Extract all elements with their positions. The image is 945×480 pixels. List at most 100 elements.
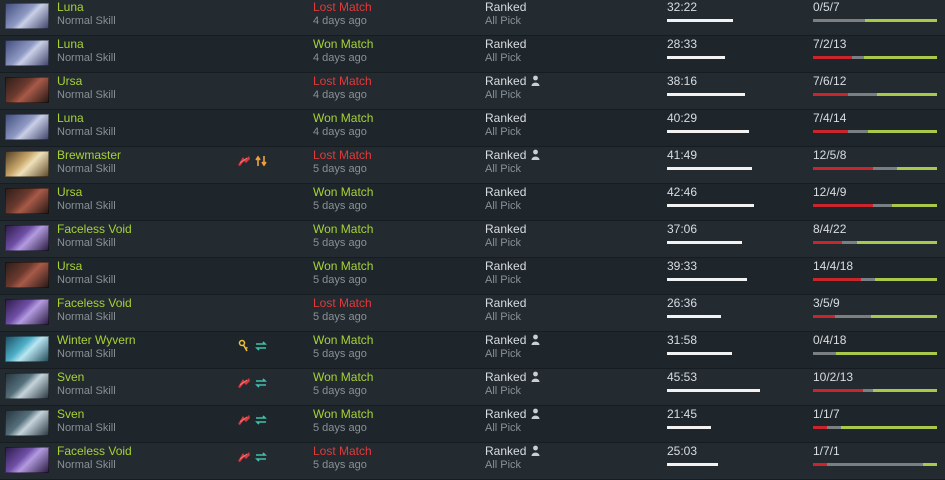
match-result[interactable]: Won Match [313, 37, 373, 51]
hero-name[interactable]: Sven [57, 407, 84, 421]
hero-name[interactable]: Winter Wyvern [57, 333, 136, 347]
match-row[interactable]: Faceless Void Normal Skill Lost Match 5 day… [0, 295, 945, 332]
luna-portrait[interactable] [5, 114, 49, 140]
deaths-segment [834, 315, 872, 318]
lobby-type-label: Ranked [485, 185, 527, 199]
match-row[interactable]: Luna Normal Skill Won Match 4 days ago Ranke… [0, 110, 945, 147]
ursa-portrait[interactable] [5, 188, 49, 214]
match-row[interactable]: Ursa Normal Skill Lost Match 4 days ago Rank… [0, 73, 945, 110]
brewmaster-portrait[interactable] [5, 151, 49, 177]
match-time-ago: 5 days ago [313, 422, 367, 434]
deaths-segment [847, 130, 868, 133]
hero-name[interactable]: Faceless Void [57, 222, 132, 236]
match-time-ago: 5 days ago [313, 385, 367, 397]
match-result[interactable]: Lost Match [313, 444, 372, 458]
match-time-ago: 5 days ago [313, 200, 367, 212]
faceless-void-portrait[interactable] [5, 299, 49, 325]
assists-segment [840, 426, 937, 429]
match-row[interactable]: Luna Normal Skill Won Match 4 days ago Ranke… [0, 36, 945, 73]
ursa-portrait[interactable] [5, 77, 49, 103]
luna-portrait[interactable] [5, 3, 49, 29]
match-row[interactable]: Sven Normal Skill Won Match 5 days ago Ranke… [0, 369, 945, 406]
match-result[interactable]: Won Match [313, 222, 373, 236]
match-result[interactable]: Won Match [313, 111, 373, 125]
winter-wyvern-portrait[interactable] [5, 336, 49, 362]
wings-icon [237, 450, 251, 464]
sven-portrait[interactable] [5, 373, 49, 399]
kills-segment [813, 130, 848, 133]
match-row[interactable]: Ursa Normal Skill Won Match 5 days ago Ranke… [0, 258, 945, 295]
match-result[interactable]: Lost Match [313, 296, 372, 310]
party-icon [531, 445, 540, 456]
kda-bar [813, 93, 937, 96]
key-icon [237, 339, 251, 353]
hero-name[interactable]: Luna [57, 111, 84, 125]
match-result[interactable]: Lost Match [313, 148, 372, 162]
match-row[interactable]: Faceless Void Normal Skill Won Match 5 days… [0, 221, 945, 258]
match-result[interactable]: Won Match [313, 407, 373, 421]
hero-name[interactable]: Luna [57, 0, 84, 14]
luna-portrait[interactable] [5, 40, 49, 66]
assists-segment [871, 315, 937, 318]
duration-bar [667, 426, 711, 429]
lobby-type-label: Ranked [485, 37, 527, 51]
match-row[interactable]: Faceless Void Normal Skill Lost Match 5 day… [0, 443, 945, 480]
hero-name[interactable]: Ursa [57, 74, 82, 88]
kills-segment [813, 426, 827, 429]
kda-bar [813, 463, 937, 466]
match-time-ago: 4 days ago [313, 89, 367, 101]
assists-segment [877, 93, 937, 96]
hero-name[interactable]: Ursa [57, 259, 82, 273]
kills-segment [813, 463, 827, 466]
kills-segment [813, 315, 835, 318]
kda-text: 3/5/9 [813, 296, 840, 310]
lobby-type-label: Ranked [485, 111, 527, 125]
faceless-void-portrait[interactable] [5, 447, 49, 473]
match-duration: 38:16 [667, 74, 698, 88]
skill-bracket: Normal Skill [57, 237, 116, 249]
match-duration: 26:36 [667, 296, 698, 310]
lobby-type-label: Ranked [485, 370, 527, 384]
match-row[interactable]: Brewmaster Normal Skill Lost Match 5 days a… [0, 147, 945, 184]
rotate-arrows-icon [254, 339, 268, 353]
game-mode: All Pick [485, 311, 522, 323]
hero-name[interactable]: Luna [57, 37, 84, 51]
duration-bar [667, 241, 742, 244]
match-result[interactable]: Lost Match [313, 74, 372, 88]
match-result[interactable]: Won Match [313, 259, 373, 273]
match-result[interactable]: Won Match [313, 185, 373, 199]
hero-name[interactable]: Sven [57, 370, 84, 384]
match-row[interactable]: Sven Normal Skill Won Match 5 days ago Ranke… [0, 406, 945, 443]
game-mode: All Pick [485, 89, 522, 101]
game-mode: All Pick [485, 126, 522, 138]
kda-bar [813, 352, 937, 355]
kda-text: 1/1/7 [813, 407, 840, 421]
kda-bar [813, 426, 937, 429]
hero-name[interactable]: Faceless Void [57, 444, 132, 458]
skill-bracket: Normal Skill [57, 348, 116, 360]
match-result[interactable]: Lost Match [313, 0, 372, 14]
duration-bar [667, 278, 747, 281]
hero-name[interactable]: Faceless Void [57, 296, 132, 310]
match-icons [237, 339, 271, 355]
match-icons [237, 154, 271, 170]
match-result[interactable]: Won Match [313, 333, 373, 347]
kda-text: 12/5/8 [813, 148, 847, 162]
duration-bar [667, 315, 721, 318]
sven-portrait[interactable] [5, 410, 49, 436]
assists-segment [892, 204, 937, 207]
ursa-portrait[interactable] [5, 262, 49, 288]
match-row[interactable]: Ursa Normal Skill Won Match 5 days ago Ranke… [0, 184, 945, 221]
match-row[interactable]: Winter Wyvern Normal Skill Won Match 5 days… [0, 332, 945, 369]
faceless-void-portrait[interactable] [5, 225, 49, 251]
deaths-segment [872, 204, 893, 207]
match-row[interactable]: Luna Normal Skill Lost Match 4 days ago Rank… [0, 0, 945, 36]
match-duration: 45:53 [667, 370, 698, 384]
kills-segment [813, 204, 873, 207]
wings-icon [237, 154, 251, 168]
skill-bracket: Normal Skill [57, 52, 116, 64]
lobby-type-label: Ranked [485, 222, 527, 236]
hero-name[interactable]: Ursa [57, 185, 82, 199]
hero-name[interactable]: Brewmaster [57, 148, 121, 162]
match-result[interactable]: Won Match [313, 370, 373, 384]
